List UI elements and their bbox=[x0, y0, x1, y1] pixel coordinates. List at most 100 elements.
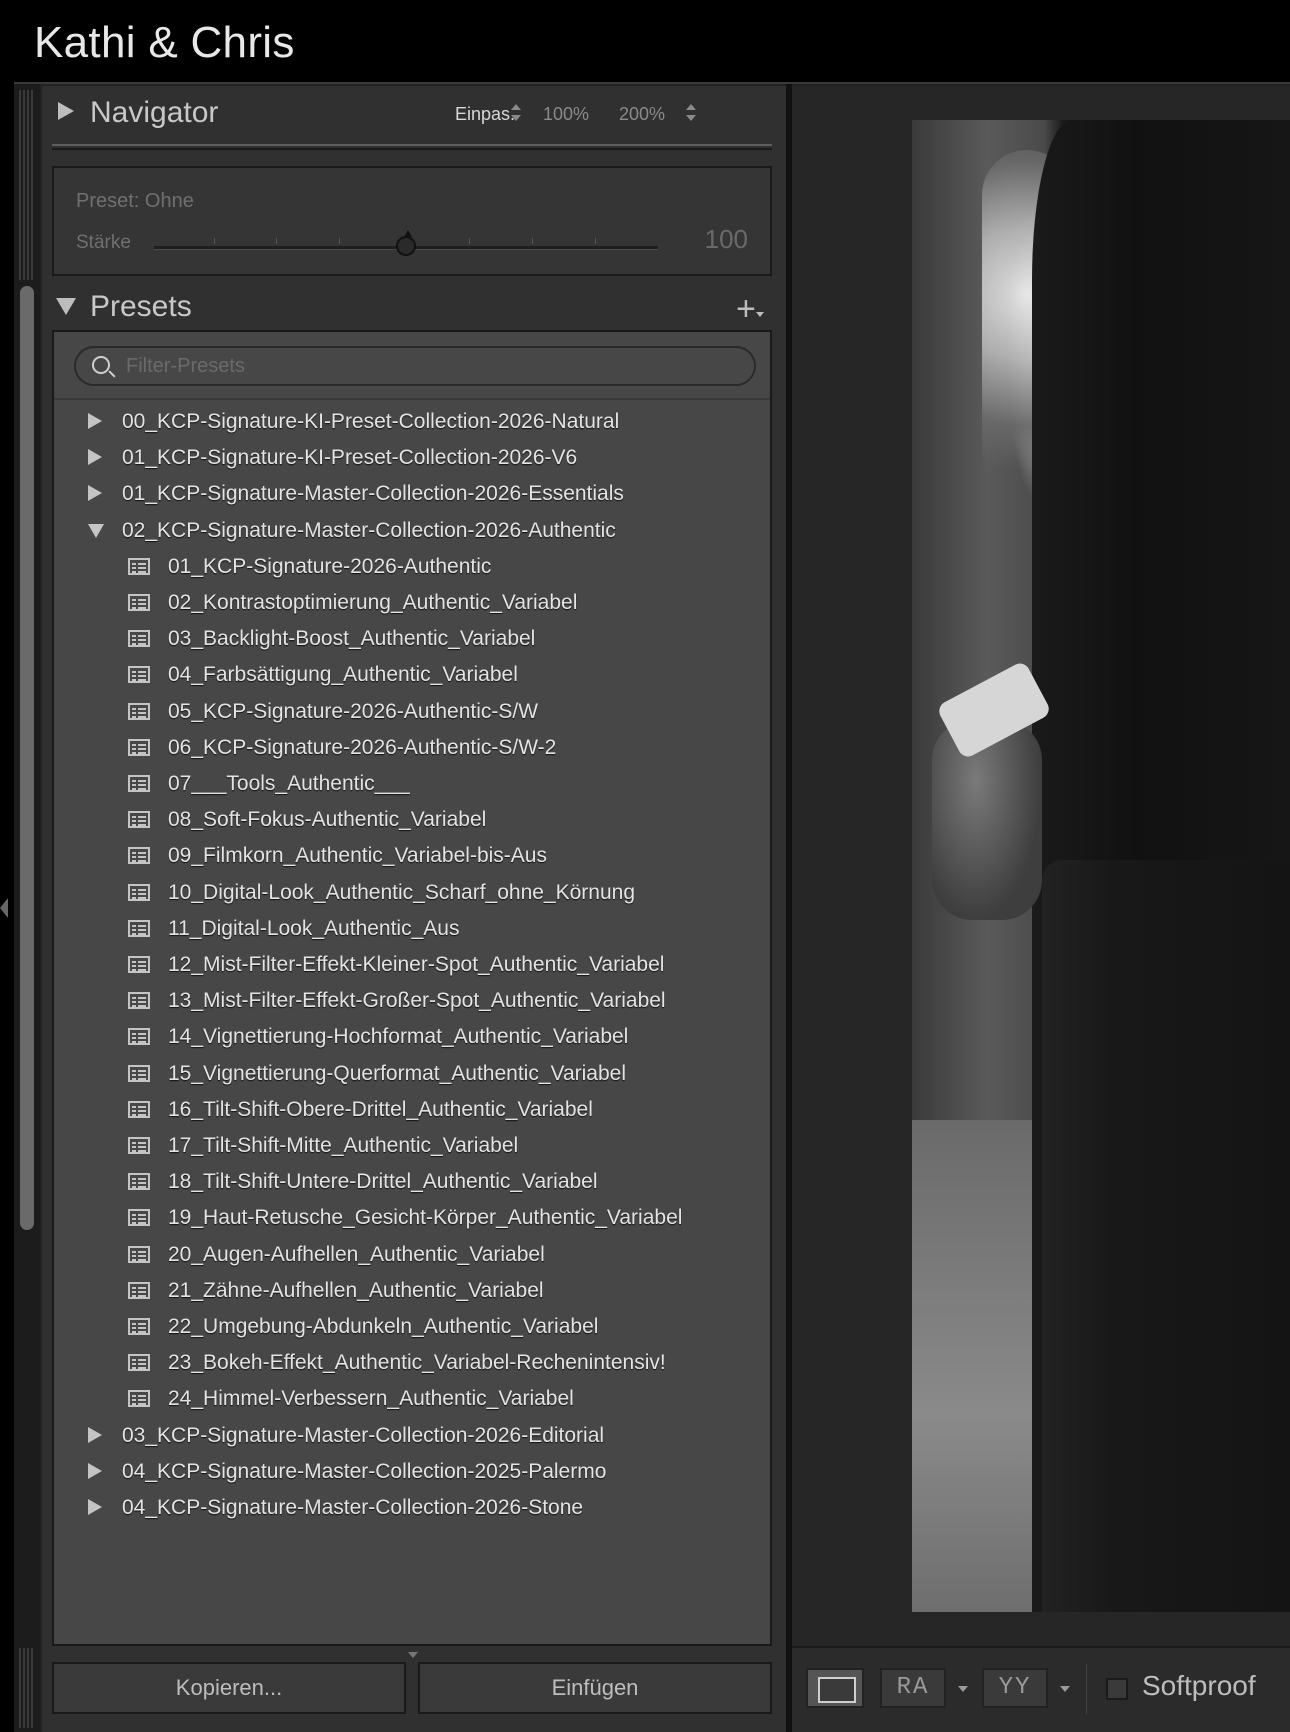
preset-item[interactable]: 09_Filmkorn_Authentic_Variabel-bis-Aus bbox=[54, 838, 754, 874]
preset-icon bbox=[128, 1100, 150, 1118]
preset-item[interactable]: 13_Mist-Filter-Effekt-Großer-Spot_Authen… bbox=[54, 983, 754, 1019]
preset-item[interactable]: 19_Haut-Retusche_Gesicht-Körper_Authenti… bbox=[54, 1200, 754, 1236]
preset-item[interactable]: 03_Backlight-Boost_Authentic_Variabel bbox=[54, 621, 754, 657]
collapse-triangle-icon[interactable] bbox=[88, 523, 104, 538]
paste-button[interactable]: Einfügen bbox=[418, 1662, 772, 1714]
preset-group-label: 01_KCP-Signature-KI-Preset-Collection-20… bbox=[122, 446, 578, 470]
preset-item-label: 16_Tilt-Shift-Obere-Drittel_Authentic_Va… bbox=[168, 1097, 593, 1121]
preset-item[interactable]: 05_KCP-Signature-2026-Authentic-S/W bbox=[54, 694, 754, 730]
before-after-yy-button[interactable]: YY bbox=[982, 1668, 1048, 1708]
navigator-header[interactable]: Navigator Einpas. 100% 200% bbox=[52, 92, 776, 142]
expand-triangle-icon[interactable] bbox=[88, 1462, 102, 1479]
preset-strength-box: Preset: Ohne Stärke 100 bbox=[52, 166, 772, 276]
preset-item-label: 17_Tilt-Shift-Mitte_Authentic_Variabel bbox=[168, 1134, 519, 1157]
photo-preview[interactable] bbox=[912, 120, 1290, 1612]
toolbar-separator bbox=[1086, 1664, 1087, 1714]
preset-group[interactable]: 04_KCP-Signature-Master-Collection-2026-… bbox=[54, 1490, 754, 1526]
preset-item[interactable]: 16_Tilt-Shift-Obere-Drittel_Authentic_Va… bbox=[54, 1092, 754, 1128]
zoom-fit-stepper-icon[interactable] bbox=[511, 104, 521, 122]
zoom-100-option[interactable]: 100% bbox=[543, 104, 589, 125]
expand-triangle-icon[interactable] bbox=[88, 449, 102, 466]
preset-item[interactable]: 07___Tools_Authentic___ bbox=[54, 766, 754, 802]
expand-triangle-icon[interactable] bbox=[88, 1426, 102, 1443]
preset-icon bbox=[128, 1318, 150, 1335]
preset-icon bbox=[128, 557, 150, 575]
loupe-view-button[interactable] bbox=[806, 1668, 864, 1708]
preset-item[interactable]: 24_Himmel-Verbessern_Authentic_Variabel bbox=[54, 1381, 754, 1417]
preset-item-label: 14_Vignettierung-Hochformat_Authentic_Va… bbox=[168, 1025, 629, 1049]
strength-slider-thumb[interactable] bbox=[396, 230, 416, 256]
preset-group[interactable]: 01_KCP-Signature-KI-Preset-Collection-20… bbox=[54, 440, 754, 476]
preset-item[interactable]: 18_Tilt-Shift-Untere-Drittel_Authentic_V… bbox=[54, 1164, 754, 1200]
preset-item[interactable]: 02_Kontrastoptimierung_Authentic_Variabe… bbox=[54, 585, 754, 621]
viewer-toolbar: RA YY Softproof bbox=[792, 1646, 1290, 1732]
preset-item[interactable]: 23_Bokeh-Effekt_Authentic_Variabel-Reche… bbox=[54, 1345, 754, 1381]
preset-amount-label: Preset: Ohne bbox=[76, 190, 194, 212]
expand-triangle-icon[interactable] bbox=[58, 102, 74, 120]
preset-item[interactable]: 12_Mist-Filter-Effekt-Kleiner-Spot_Authe… bbox=[54, 947, 754, 983]
preset-item[interactable]: 22_Umgebung-Abdunkeln_Authentic_Variabel bbox=[54, 1309, 754, 1345]
preset-icon bbox=[128, 1209, 150, 1227]
preset-filter-input[interactable] bbox=[126, 350, 726, 382]
collapse-triangle-icon[interactable] bbox=[56, 298, 76, 315]
before-after-ra-button[interactable]: RA bbox=[880, 1668, 946, 1708]
preset-item[interactable]: 14_Vignettierung-Hochformat_Authentic_Va… bbox=[54, 1019, 754, 1055]
strength-value[interactable]: 100 bbox=[705, 224, 748, 255]
preset-item-label: 22_Umgebung-Abdunkeln_Authentic_Variabel bbox=[168, 1315, 599, 1338]
preset-item[interactable]: 04_Farbsättigung_Authentic_Variabel bbox=[54, 657, 754, 693]
preset-item[interactable]: 15_Vignettierung-Querformat_Authentic_Va… bbox=[54, 1056, 754, 1092]
image-viewer[interactable] bbox=[792, 86, 1290, 1646]
preset-icon bbox=[128, 775, 150, 792]
panel-scrollbar[interactable] bbox=[20, 286, 34, 1230]
preset-item[interactable]: 11_Digital-Look_Authentic_Aus bbox=[54, 911, 754, 947]
add-preset-caret-icon[interactable] bbox=[756, 312, 764, 317]
preset-group[interactable]: 01_KCP-Signature-Master-Collection-2026-… bbox=[54, 476, 754, 512]
presets-header[interactable]: Presets bbox=[52, 282, 776, 332]
expand-triangle-icon[interactable] bbox=[88, 1499, 102, 1515]
preset-icon bbox=[128, 1028, 150, 1046]
collapse-left-panel-icon[interactable] bbox=[0, 898, 8, 918]
search-icon bbox=[92, 356, 110, 374]
preset-group[interactable]: 00_KCP-Signature-KI-Preset-Collection-20… bbox=[54, 404, 754, 440]
add-preset-icon[interactable]: + bbox=[736, 292, 756, 326]
preset-group[interactable]: 03_KCP-Signature-Master-Collection-2026-… bbox=[54, 1418, 754, 1454]
preset-item[interactable]: 20_Augen-Aufhellen_Authentic_Variabel bbox=[54, 1237, 754, 1273]
preset-item-label: 03_Backlight-Boost_Authentic_Variabel bbox=[168, 627, 536, 651]
zoom-200-option[interactable]: 200% bbox=[619, 104, 665, 125]
zoom-custom-stepper-icon[interactable] bbox=[686, 104, 696, 122]
slider-tick bbox=[339, 238, 340, 244]
preset-item[interactable]: 10_Digital-Look_Authentic_Scharf_ohne_Kö… bbox=[54, 875, 754, 911]
preset-item[interactable]: 17_Tilt-Shift-Mitte_Authentic_Variabel bbox=[54, 1128, 754, 1164]
panel-grip-top[interactable] bbox=[19, 90, 35, 280]
preset-icon bbox=[128, 847, 150, 865]
zoom-fit-option[interactable]: Einpas. bbox=[455, 104, 515, 125]
preset-item-label: 21_Zähne-Aufhellen_Authentic_Variabel bbox=[168, 1278, 544, 1302]
preset-item-label: 02_Kontrastoptimierung_Authentic_Variabe… bbox=[168, 591, 578, 614]
preset-icon bbox=[128, 666, 150, 684]
ra-dropdown-icon[interactable] bbox=[958, 1686, 968, 1692]
preset-icon bbox=[128, 956, 150, 973]
softproof-checkbox[interactable] bbox=[1106, 1678, 1128, 1700]
preset-group[interactable]: 04_KCP-Signature-Master-Collection-2025-… bbox=[54, 1454, 754, 1490]
slider-tick bbox=[214, 238, 215, 244]
preset-icon bbox=[128, 992, 150, 1010]
preset-item-label: 24_Himmel-Verbessern_Authentic_Variabel bbox=[168, 1387, 574, 1411]
preset-group[interactable]: 02_KCP-Signature-Master-Collection-2026-… bbox=[54, 513, 754, 549]
preset-item[interactable]: 08_Soft-Fokus-Authentic_Variabel bbox=[54, 802, 754, 838]
expand-triangle-icon[interactable] bbox=[88, 485, 102, 502]
expand-triangle-icon[interactable] bbox=[88, 413, 102, 429]
slider-tick bbox=[595, 238, 596, 244]
preset-search[interactable] bbox=[74, 346, 756, 386]
preset-icon bbox=[128, 1173, 150, 1191]
panel-grip-bottom[interactable] bbox=[19, 1648, 35, 1728]
yy-dropdown-icon[interactable] bbox=[1060, 1686, 1070, 1692]
preset-icon bbox=[128, 702, 150, 720]
preset-item[interactable]: 21_Zähne-Aufhellen_Authentic_Variabel bbox=[54, 1273, 754, 1309]
preset-item[interactable]: 01_KCP-Signature-2026-Authentic bbox=[54, 549, 754, 585]
preset-item-label: 09_Filmkorn_Authentic_Variabel-bis-Aus bbox=[168, 844, 547, 868]
preset-group-label: 00_KCP-Signature-KI-Preset-Collection-20… bbox=[122, 410, 620, 433]
panel-end-caret-icon[interactable] bbox=[408, 1652, 418, 1658]
preset-item[interactable]: 06_KCP-Signature-2026-Authentic-S/W-2 bbox=[54, 730, 754, 766]
copy-button[interactable]: Kopieren... bbox=[52, 1662, 406, 1714]
softproof-label[interactable]: Softproof bbox=[1142, 1670, 1256, 1702]
